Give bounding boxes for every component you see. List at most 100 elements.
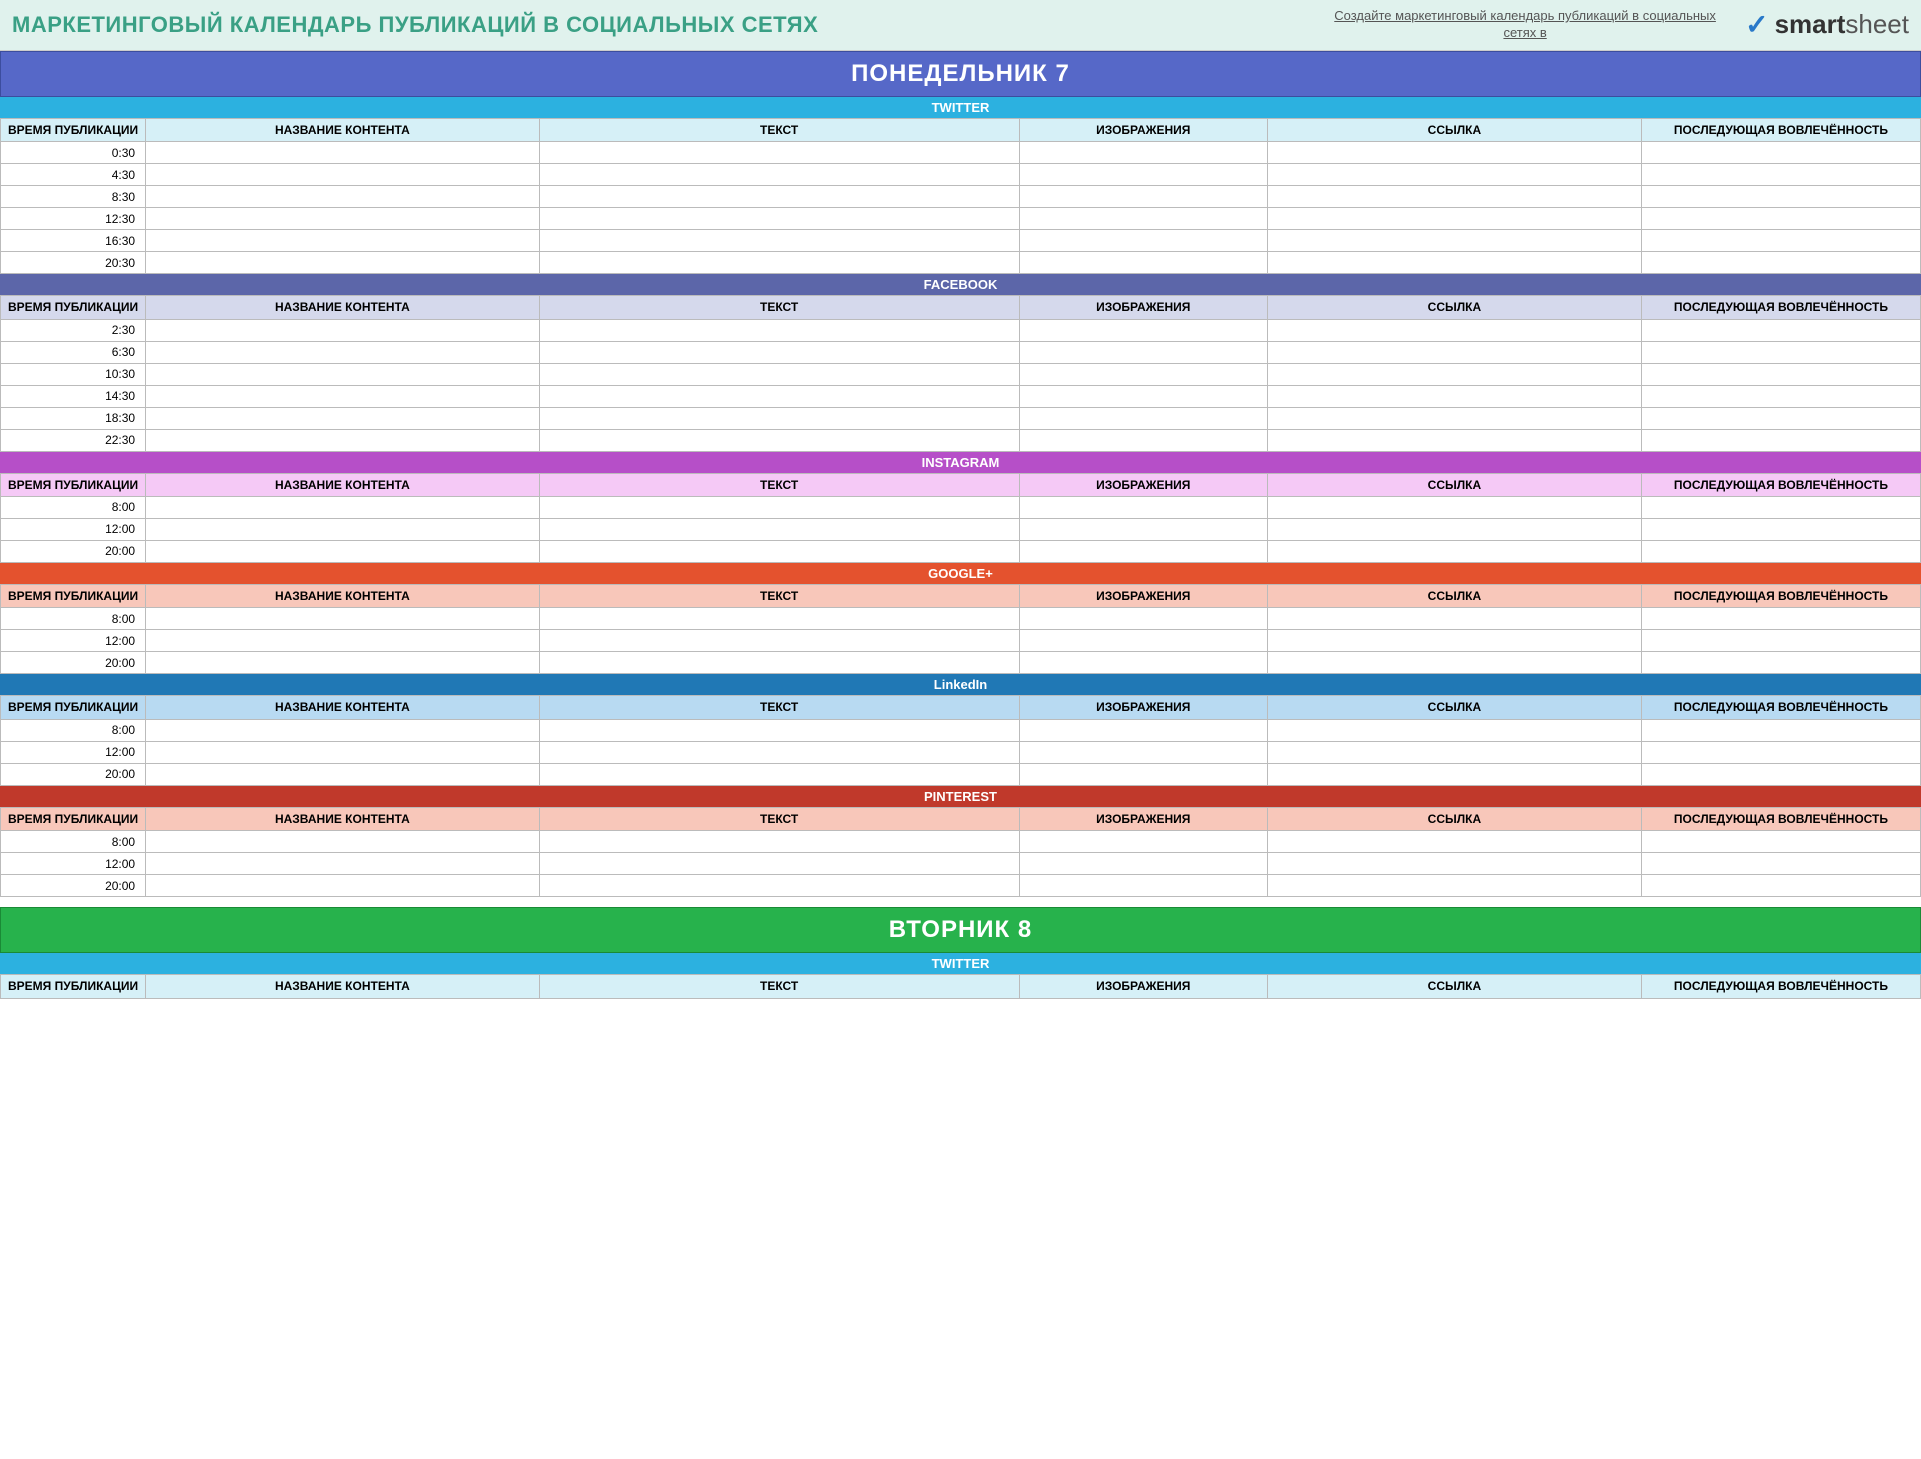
- link-cell[interactable]: [1267, 608, 1641, 630]
- images-cell[interactable]: [1019, 608, 1267, 630]
- link-cell[interactable]: [1267, 429, 1641, 451]
- engagement-cell[interactable]: [1641, 252, 1920, 274]
- text-cell[interactable]: [539, 407, 1019, 429]
- images-cell[interactable]: [1019, 341, 1267, 363]
- link-cell[interactable]: [1267, 319, 1641, 341]
- content-cell[interactable]: [146, 429, 539, 451]
- time-cell[interactable]: 16:30: [1, 230, 146, 252]
- images-cell[interactable]: [1019, 407, 1267, 429]
- images-cell[interactable]: [1019, 142, 1267, 164]
- content-cell[interactable]: [146, 208, 539, 230]
- images-cell[interactable]: [1019, 763, 1267, 785]
- text-cell[interactable]: [539, 875, 1019, 897]
- engagement-cell[interactable]: [1641, 741, 1920, 763]
- text-cell[interactable]: [539, 385, 1019, 407]
- engagement-cell[interactable]: [1641, 429, 1920, 451]
- engagement-cell[interactable]: [1641, 875, 1920, 897]
- link-cell[interactable]: [1267, 831, 1641, 853]
- content-cell[interactable]: [146, 831, 539, 853]
- text-cell[interactable]: [539, 230, 1019, 252]
- images-cell[interactable]: [1019, 186, 1267, 208]
- engagement-cell[interactable]: [1641, 142, 1920, 164]
- time-cell[interactable]: 0:30: [1, 142, 146, 164]
- content-cell[interactable]: [146, 741, 539, 763]
- text-cell[interactable]: [539, 164, 1019, 186]
- create-calendar-link[interactable]: Создайте маркетинговый календарь публика…: [1325, 8, 1725, 42]
- engagement-cell[interactable]: [1641, 608, 1920, 630]
- link-cell[interactable]: [1267, 407, 1641, 429]
- engagement-cell[interactable]: [1641, 363, 1920, 385]
- content-cell[interactable]: [146, 363, 539, 385]
- content-cell[interactable]: [146, 142, 539, 164]
- content-cell[interactable]: [146, 496, 539, 518]
- text-cell[interactable]: [539, 142, 1019, 164]
- text-cell[interactable]: [539, 853, 1019, 875]
- time-cell[interactable]: 2:30: [1, 319, 146, 341]
- engagement-cell[interactable]: [1641, 230, 1920, 252]
- content-cell[interactable]: [146, 252, 539, 274]
- images-cell[interactable]: [1019, 719, 1267, 741]
- text-cell[interactable]: [539, 341, 1019, 363]
- brand-logo[interactable]: ✓ smartsheet: [1745, 8, 1909, 41]
- text-cell[interactable]: [539, 319, 1019, 341]
- content-cell[interactable]: [146, 385, 539, 407]
- images-cell[interactable]: [1019, 741, 1267, 763]
- images-cell[interactable]: [1019, 319, 1267, 341]
- engagement-cell[interactable]: [1641, 186, 1920, 208]
- images-cell[interactable]: [1019, 164, 1267, 186]
- engagement-cell[interactable]: [1641, 518, 1920, 540]
- text-cell[interactable]: [539, 518, 1019, 540]
- content-cell[interactable]: [146, 230, 539, 252]
- engagement-cell[interactable]: [1641, 385, 1920, 407]
- images-cell[interactable]: [1019, 385, 1267, 407]
- time-cell[interactable]: 12:30: [1, 208, 146, 230]
- images-cell[interactable]: [1019, 853, 1267, 875]
- content-cell[interactable]: [146, 341, 539, 363]
- text-cell[interactable]: [539, 252, 1019, 274]
- link-cell[interactable]: [1267, 186, 1641, 208]
- images-cell[interactable]: [1019, 363, 1267, 385]
- content-cell[interactable]: [146, 763, 539, 785]
- content-cell[interactable]: [146, 875, 539, 897]
- link-cell[interactable]: [1267, 230, 1641, 252]
- content-cell[interactable]: [146, 518, 539, 540]
- time-cell[interactable]: 14:30: [1, 385, 146, 407]
- time-cell[interactable]: 20:00: [1, 763, 146, 785]
- time-cell[interactable]: 10:30: [1, 363, 146, 385]
- engagement-cell[interactable]: [1641, 341, 1920, 363]
- content-cell[interactable]: [146, 719, 539, 741]
- time-cell[interactable]: 20:00: [1, 540, 146, 562]
- engagement-cell[interactable]: [1641, 652, 1920, 674]
- engagement-cell[interactable]: [1641, 208, 1920, 230]
- text-cell[interactable]: [539, 208, 1019, 230]
- content-cell[interactable]: [146, 186, 539, 208]
- text-cell[interactable]: [539, 540, 1019, 562]
- link-cell[interactable]: [1267, 496, 1641, 518]
- link-cell[interactable]: [1267, 719, 1641, 741]
- link-cell[interactable]: [1267, 208, 1641, 230]
- engagement-cell[interactable]: [1641, 164, 1920, 186]
- time-cell[interactable]: 20:00: [1, 875, 146, 897]
- engagement-cell[interactable]: [1641, 319, 1920, 341]
- engagement-cell[interactable]: [1641, 496, 1920, 518]
- text-cell[interactable]: [539, 763, 1019, 785]
- text-cell[interactable]: [539, 741, 1019, 763]
- content-cell[interactable]: [146, 652, 539, 674]
- images-cell[interactable]: [1019, 875, 1267, 897]
- content-cell[interactable]: [146, 630, 539, 652]
- content-cell[interactable]: [146, 853, 539, 875]
- images-cell[interactable]: [1019, 429, 1267, 451]
- link-cell[interactable]: [1267, 875, 1641, 897]
- text-cell[interactable]: [539, 429, 1019, 451]
- images-cell[interactable]: [1019, 230, 1267, 252]
- text-cell[interactable]: [539, 363, 1019, 385]
- text-cell[interactable]: [539, 630, 1019, 652]
- time-cell[interactable]: 6:30: [1, 341, 146, 363]
- engagement-cell[interactable]: [1641, 831, 1920, 853]
- link-cell[interactable]: [1267, 630, 1641, 652]
- link-cell[interactable]: [1267, 164, 1641, 186]
- link-cell[interactable]: [1267, 252, 1641, 274]
- images-cell[interactable]: [1019, 208, 1267, 230]
- engagement-cell[interactable]: [1641, 719, 1920, 741]
- content-cell[interactable]: [146, 608, 539, 630]
